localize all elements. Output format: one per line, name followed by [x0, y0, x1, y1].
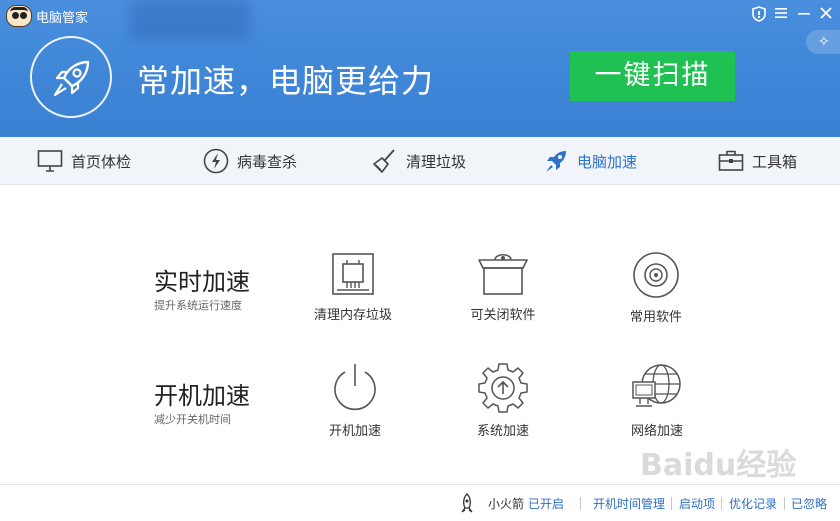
boot-time-manage-link[interactable]: 开机时间管理	[593, 495, 665, 512]
tool-label: 可关闭软件	[470, 308, 536, 323]
gear-arrow-icon	[478, 363, 528, 413]
broom-icon	[373, 149, 395, 173]
tab-toolbox[interactable]: 工具箱	[718, 137, 797, 185]
divider	[784, 497, 785, 510]
tool-label: 网络加速	[630, 424, 683, 439]
main-tabs: 首页体检 病毒查杀 清理垃圾 电脑加速 工具箱	[0, 137, 840, 185]
ignored-link[interactable]: 已忽略	[791, 495, 827, 512]
divider	[721, 497, 722, 510]
group-title-boot: 开机加速	[154, 382, 250, 410]
memory-chip-icon	[332, 253, 374, 295]
optimize-records-link[interactable]: 优化记录	[729, 495, 777, 512]
tool-boot-speedup[interactable]: 开机加速	[295, 362, 415, 439]
network-globe-icon	[632, 364, 681, 407]
tab-label: 工具箱	[752, 152, 798, 171]
divider	[671, 497, 672, 510]
toolbox-icon	[718, 150, 744, 171]
tab-clean-junk[interactable]: 清理垃圾	[372, 137, 466, 185]
app-title: 电脑管家	[36, 11, 89, 26]
one-click-scan-button[interactable]: 一键扫描	[570, 51, 735, 101]
group-title-realtime: 实时加速	[154, 268, 250, 296]
tab-home-checkup[interactable]: 首页体检	[37, 137, 131, 185]
small-rocket-icon	[461, 493, 473, 513]
tool-label: 开机加速	[328, 424, 381, 439]
rocket-badge-icon	[30, 36, 112, 118]
tab-pc-speedup[interactable]: 电脑加速	[543, 137, 637, 185]
sparkle-icon[interactable]: ✧	[806, 30, 840, 54]
header-banner: 电脑管家 ✧ 常加速，电脑更给力 一键扫描	[0, 0, 840, 137]
rocket-label: 小火箭	[488, 497, 525, 511]
title-bar: 电脑管家	[0, 0, 840, 32]
lightning-icon	[203, 148, 229, 174]
footer-bar: 小火箭 已开启 开机时间管理 启动项 优化记录 已忽略	[0, 484, 840, 521]
app-logo-icon	[6, 5, 32, 27]
divider	[580, 497, 581, 510]
watermark: Baidu经验	[640, 448, 797, 483]
tool-common-software[interactable]: 常用软件	[596, 250, 716, 325]
group-subtitle-boot: 减少开关机时间	[154, 413, 231, 426]
tool-label: 清理内存垃圾	[313, 308, 392, 323]
disc-icon	[633, 252, 679, 298]
group-subtitle-realtime: 提升系统运行速度	[154, 299, 242, 312]
tool-label: 系统加速	[476, 424, 529, 439]
tab-virus-scan[interactable]: 病毒查杀	[203, 137, 297, 185]
tool-system-speedup[interactable]: 系统加速	[443, 362, 563, 439]
monitor-icon	[37, 150, 63, 172]
rocket-icon	[546, 151, 566, 172]
minimize-icon[interactable]	[795, 6, 813, 24]
tool-clean-memory[interactable]: 清理内存垃圾	[293, 250, 413, 323]
tab-label: 电脑加速	[577, 152, 638, 171]
software-box-icon	[478, 253, 528, 295]
shield-icon[interactable]	[750, 6, 768, 24]
rocket-status-link[interactable]: 已开启	[528, 495, 564, 512]
tab-label: 清理垃圾	[406, 152, 467, 171]
tab-label: 病毒查杀	[237, 152, 298, 171]
tool-closable-software[interactable]: 可关闭软件	[443, 250, 563, 323]
tab-label: 首页体检	[71, 152, 132, 171]
tool-label: 常用软件	[629, 310, 682, 325]
power-icon	[334, 364, 376, 411]
menu-icon[interactable]	[772, 6, 790, 24]
headline: 常加速，电脑更给力	[137, 62, 435, 100]
tool-network-speedup[interactable]: 网络加速	[597, 362, 717, 439]
close-icon[interactable]	[817, 6, 835, 24]
startup-items-link[interactable]: 启动项	[679, 495, 715, 512]
